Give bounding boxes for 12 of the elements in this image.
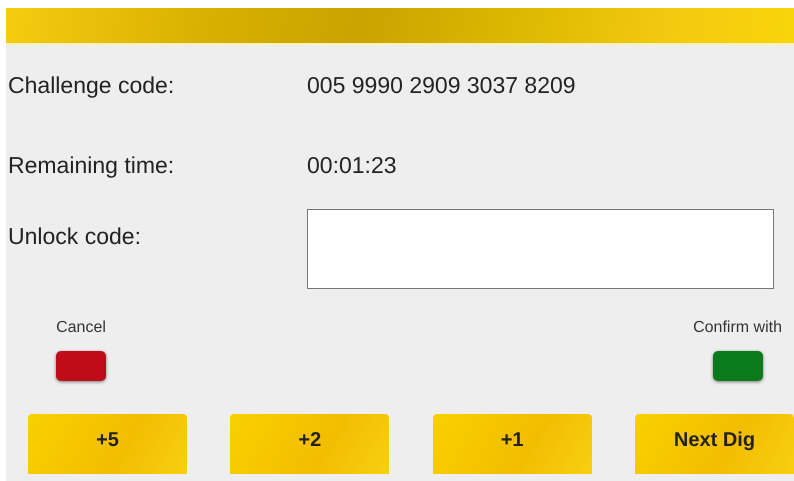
step-button[interactable]: +1 xyxy=(432,414,592,474)
field-value: 005 9990 2909 3037 8209 xyxy=(307,72,576,98)
unlock-code-field[interactable] xyxy=(307,209,774,289)
step-button[interactable]: +5 xyxy=(28,414,187,474)
key-label: Confirm with xyxy=(693,319,782,337)
field-value: 00:01:23 xyxy=(307,152,397,178)
key-label: Cancel xyxy=(56,319,106,337)
step-button[interactable]: Next Dig xyxy=(634,414,794,474)
step-button[interactable]: +2 xyxy=(230,414,390,474)
field-label: Unlock code: xyxy=(7,222,142,250)
field-label: Challenge code: xyxy=(7,72,176,98)
field-label: Remaining time: xyxy=(7,152,176,178)
